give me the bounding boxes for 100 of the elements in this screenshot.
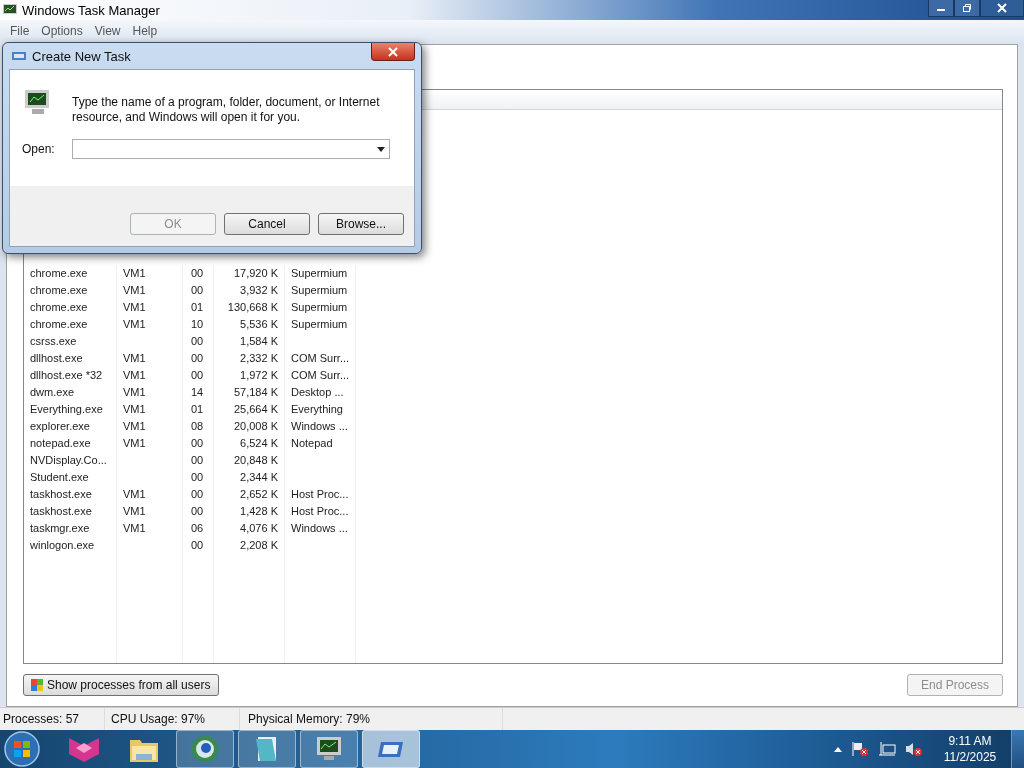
restore-icon <box>962 3 972 13</box>
table-cell: 00 <box>191 454 204 466</box>
table-cell: VM1 <box>123 284 146 296</box>
table-cell: 10 <box>191 318 204 330</box>
close-button[interactable] <box>371 43 415 61</box>
table-cell: VM1 <box>123 403 146 415</box>
up-arrow-icon[interactable] <box>834 746 842 752</box>
table-cell: 00 <box>191 437 204 449</box>
table-cell: 08 <box>191 420 204 432</box>
table-cell: Student.exe <box>30 471 89 483</box>
table-cell: VM1 <box>123 437 146 449</box>
table-cell: 2,332 K <box>240 352 278 364</box>
table-cell: 130,668 K <box>227 301 278 313</box>
table-cell: Desktop ... <box>291 386 344 398</box>
table-cell: chrome.exe <box>30 284 88 296</box>
table-cell: 4,076 K <box>240 522 278 534</box>
table-cell: Windows ... <box>291 420 348 432</box>
flag-icon[interactable] <box>851 741 869 757</box>
open-label: Open: <box>22 142 56 156</box>
table-cell: 00 <box>191 539 204 551</box>
network-icon[interactable] <box>878 741 896 757</box>
clock-time: 9:11 AM <box>948 733 992 749</box>
table-cell: chrome.exe <box>30 267 88 279</box>
menu-item[interactable]: File <box>4 24 36 38</box>
menu-item[interactable]: Options <box>35 24 89 38</box>
table-cell: notepad.exe <box>30 437 91 449</box>
window-icon <box>11 50 27 62</box>
table-cell: dllhost.exe *32 <box>30 369 103 381</box>
table-cell: winlogon.exe <box>30 539 95 551</box>
close-icon <box>388 46 398 57</box>
close-button[interactable] <box>980 0 1024 17</box>
monitor-icon <box>3 4 17 16</box>
table-cell: Supermium <box>291 301 348 313</box>
table-cell: taskmgr.exe <box>30 522 90 534</box>
speaker-icon[interactable] <box>905 741 923 757</box>
table-cell: 1,428 K <box>240 505 278 517</box>
table-cell: 17,920 K <box>233 267 278 279</box>
table-cell: Windows ... <box>291 522 348 534</box>
menu-item[interactable]: View <box>88 24 127 38</box>
show-desktop-button[interactable] <box>1011 730 1024 768</box>
dropdown-arrow-icon <box>377 146 385 152</box>
table-cell: 00 <box>191 352 204 364</box>
table-cell: 00 <box>191 267 204 279</box>
table-cell: Host Proc... <box>291 488 349 500</box>
minimize-button[interactable] <box>928 0 954 17</box>
table-cell: Supermium <box>291 284 348 296</box>
dialog-button[interactable]: Browse... <box>318 213 404 235</box>
dialog-title: Create New Task <box>32 48 131 64</box>
table-cell: 00 <box>191 335 204 347</box>
table-cell: VM1 <box>123 369 146 381</box>
table-cell: VM1 <box>123 420 146 432</box>
table-cell: 06 <box>191 522 204 534</box>
table-cell: VM1 <box>123 505 146 517</box>
open-field[interactable] <box>72 139 390 159</box>
table-cell: VM1 <box>123 386 146 398</box>
table-cell: NVDisplay.Co... <box>30 454 107 466</box>
clock[interactable]: 9:11 AM 11/2/2025 <box>938 733 1002 765</box>
table-cell: Supermium <box>291 318 348 330</box>
dialog-button[interactable]: Cancel <box>224 213 310 235</box>
table-cell: 20,008 K <box>233 420 278 432</box>
table-cell: dllhost.exe <box>30 352 83 364</box>
table-cell: 00 <box>191 505 204 517</box>
table-cell: 00 <box>191 369 204 381</box>
table-cell: 2,652 K <box>240 488 278 500</box>
table-cell: VM1 <box>123 301 146 313</box>
table-cell: Everything <box>291 403 343 415</box>
table-cell: Host Proc... <box>291 505 349 517</box>
table-cell: VM1 <box>123 522 146 534</box>
table-cell: 00 <box>191 488 204 500</box>
table-cell: COM Surr... <box>291 352 350 364</box>
table-cell: 01 <box>191 403 204 415</box>
table-cell: VM1 <box>123 267 146 279</box>
table-cell: taskhost.exe <box>30 505 92 517</box>
table-cell: explorer.exe <box>30 420 90 432</box>
table-cell: dwm.exe <box>30 386 75 398</box>
table-cell: 20,848 K <box>233 454 278 466</box>
close-icon <box>997 3 1007 13</box>
table-cell: taskhost.exe <box>30 488 92 500</box>
table-cell: 5,536 K <box>240 318 278 330</box>
menu-item[interactable]: Help <box>126 24 164 38</box>
clock-date: 11/2/2025 <box>943 749 997 765</box>
table-cell: VM1 <box>123 318 146 330</box>
table-cell: 2,208 K <box>240 539 278 551</box>
table-cell: 6,524 K <box>240 437 278 449</box>
table-cell: 01 <box>191 301 204 313</box>
table-cell: 25,664 K <box>233 403 278 415</box>
restore-button[interactable] <box>954 0 980 17</box>
table-cell: 2,344 K <box>240 471 278 483</box>
table-cell: 14 <box>191 386 204 398</box>
table-cell: Notepad <box>291 437 333 449</box>
table-cell: 3,932 K <box>240 284 278 296</box>
table-cell: chrome.exe <box>30 318 88 330</box>
table-cell: chrome.exe <box>30 301 88 313</box>
table-cell: 00 <box>191 284 204 296</box>
start-button[interactable] <box>2 730 42 768</box>
table-cell: VM1 <box>123 352 146 364</box>
table-cell: csrss.exe <box>30 335 77 347</box>
dialog-message: Type the name of a program, folder, document, or Internet resource, and Windows will open it for you. <box>72 94 381 125</box>
table-cell: COM Surr... <box>291 369 350 381</box>
show-processes-button[interactable]: Show processes from all users <box>23 674 220 696</box>
